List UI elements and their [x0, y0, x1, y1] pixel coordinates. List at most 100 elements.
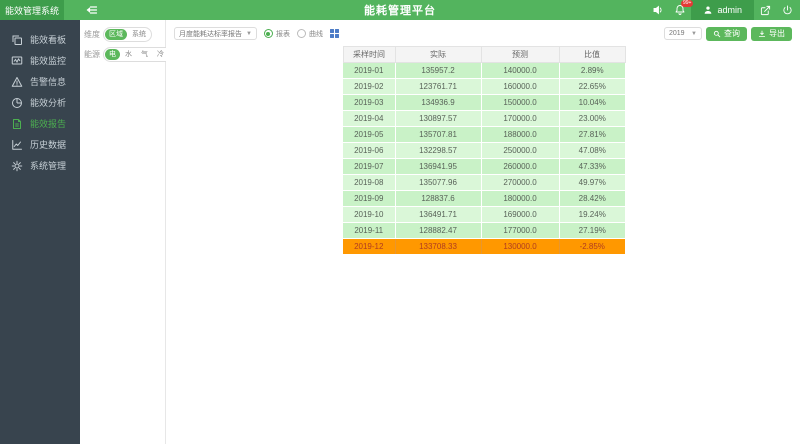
view-radio-table[interactable]: 报表 [264, 29, 290, 39]
table-cell: 134936.9 [395, 95, 481, 111]
table-cell: 132298.57 [395, 143, 481, 159]
speaker-icon[interactable] [647, 0, 669, 20]
table-cell: 250000.0 [481, 143, 559, 159]
table-header-row: 采样时间实际预测比值 [343, 47, 625, 63]
table-row: 2019-01135957.2140000.02.89% [343, 63, 625, 79]
table-cell: 169000.0 [481, 207, 559, 223]
report-table: 采样时间实际预测比值 2019-01135957.2140000.02.89%2… [343, 46, 626, 255]
year-select-value: 2019 [669, 30, 685, 37]
filter-panel: 维度 区域系统 能源 电水气冷热 [80, 20, 166, 444]
table-row: 2019-03134936.9150000.010.04% [343, 95, 625, 111]
table-cell: 2019-11 [343, 223, 395, 239]
report-type-select[interactable]: 月度能耗达标率报告 ▼ [174, 27, 257, 40]
export-button[interactable]: 导出 [751, 27, 792, 41]
column-header: 采样时间 [343, 47, 395, 63]
export-button-label: 导出 [769, 28, 785, 39]
table-cell: 136491.71 [395, 207, 481, 223]
app-logo: 能效管理系统 [0, 0, 64, 20]
table-cell: 2019-04 [343, 111, 395, 127]
query-button[interactable]: 查询 [706, 27, 747, 41]
kanban-icon [11, 34, 23, 46]
table-cell: 130000.0 [481, 239, 559, 255]
table-cell: 270000.0 [481, 175, 559, 191]
query-button-label: 查询 [724, 28, 740, 39]
energy-pill[interactable]: 水 [121, 49, 136, 60]
gear-icon [11, 160, 23, 172]
table-cell: 2019-10 [343, 207, 395, 223]
main-layout: 能效看板能效监控告警信息能效分析能效报告历史数据系统管理 维度 区域系统 能源 … [0, 20, 800, 444]
main-content: 月度能耗达标率报告 ▼ 报表 曲线 2019 ▼ [166, 20, 800, 444]
table-cell: 128837.6 [395, 191, 481, 207]
table-cell: 2019-02 [343, 79, 395, 95]
sidebar-nav: 能效看板能效监控告警信息能效分析能效报告历史数据系统管理 [0, 20, 80, 444]
column-header: 预测 [481, 47, 559, 63]
table-cell: 140000.0 [481, 63, 559, 79]
table-cell: 47.08% [559, 143, 625, 159]
table-cell: -2.85% [559, 239, 625, 255]
page-title: 能耗管理平台 [364, 0, 436, 20]
table-cell: 133708.33 [395, 239, 481, 255]
table-cell: 28.42% [559, 191, 625, 207]
sidebar-item-label: 告警信息 [30, 75, 66, 88]
table-cell: 23.00% [559, 111, 625, 127]
sidebar-item-kanban[interactable]: 能效看板 [0, 29, 80, 50]
table-row: 2019-06132298.57250000.047.08% [343, 143, 625, 159]
table-row: 2019-04130897.57170000.023.00% [343, 111, 625, 127]
sidebar-item-history[interactable]: 历史数据 [0, 134, 80, 155]
dimension-pill-group: 区域系统 [103, 27, 152, 42]
radio-unchecked-icon [297, 29, 306, 38]
table-body: 2019-01135957.2140000.02.89%2019-0212376… [343, 63, 625, 255]
sidebar-item-label: 系统管理 [30, 159, 66, 172]
sidebar-item-analysis[interactable]: 能效分析 [0, 92, 80, 113]
power-icon[interactable] [776, 0, 798, 20]
sidebar-item-system[interactable]: 系统管理 [0, 155, 80, 176]
table-cell: 150000.0 [481, 95, 559, 111]
username: admin [717, 5, 742, 15]
table-row: 2019-11128882.47177000.027.19% [343, 223, 625, 239]
table-cell: 160000.0 [481, 79, 559, 95]
table-cell: 177000.0 [481, 223, 559, 239]
toolbar-right: 2019 ▼ 查询 导出 [664, 27, 794, 41]
user-menu[interactable]: admin [691, 0, 754, 20]
table-cell: 123761.71 [395, 79, 481, 95]
topbar-actions: 99+ admin [647, 0, 800, 20]
dimension-filter-label: 维度 [84, 29, 100, 40]
table-cell: 2019-05 [343, 127, 395, 143]
dimension-pill[interactable]: 区域 [105, 29, 127, 40]
view-radio-curve[interactable]: 曲线 [297, 29, 323, 39]
table-cell: 49.97% [559, 175, 625, 191]
menu-toggle-icon[interactable] [86, 4, 98, 16]
table-cell: 180000.0 [481, 191, 559, 207]
report-icon [11, 118, 23, 130]
sidebar-item-report[interactable]: 能效报告 [0, 113, 80, 134]
energy-pill[interactable]: 电 [105, 49, 120, 60]
table-cell: 2019-01 [343, 63, 395, 79]
external-link-icon[interactable] [754, 0, 776, 20]
bell-icon[interactable]: 99+ [669, 0, 691, 20]
chevron-down-icon: ▼ [246, 31, 252, 37]
year-select[interactable]: 2019 ▼ [664, 27, 702, 40]
dimension-pill[interactable]: 系统 [128, 29, 150, 40]
table-cell: 2019-12 [343, 239, 395, 255]
table-cell: 47.33% [559, 159, 625, 175]
sidebar-item-label: 历史数据 [30, 138, 66, 151]
table-cell: 2019-07 [343, 159, 395, 175]
table-cell: 2019-06 [343, 143, 395, 159]
app-window: 能效管理系统 能耗管理平台 99+ [0, 0, 800, 444]
energy-filter-row: 能源 电水气冷热 [84, 47, 162, 62]
table-cell: 135077.96 [395, 175, 481, 191]
grid-layout-icon[interactable] [330, 29, 339, 38]
view-radio-curve-label: 曲线 [309, 29, 323, 39]
column-header: 实际 [395, 47, 481, 63]
table-cell: 170000.0 [481, 111, 559, 127]
user-icon [703, 5, 713, 15]
sidebar-item-alarm[interactable]: 告警信息 [0, 71, 80, 92]
table-cell: 27.19% [559, 223, 625, 239]
table-cell: 188000.0 [481, 127, 559, 143]
sidebar-item-label: 能效监控 [30, 54, 66, 67]
energy-pill[interactable]: 气 [137, 49, 152, 60]
table-row: 2019-08135077.96270000.049.97% [343, 175, 625, 191]
sidebar-item-monitor[interactable]: 能效监控 [0, 50, 80, 71]
radio-checked-icon [264, 29, 273, 38]
history-icon [11, 139, 23, 151]
